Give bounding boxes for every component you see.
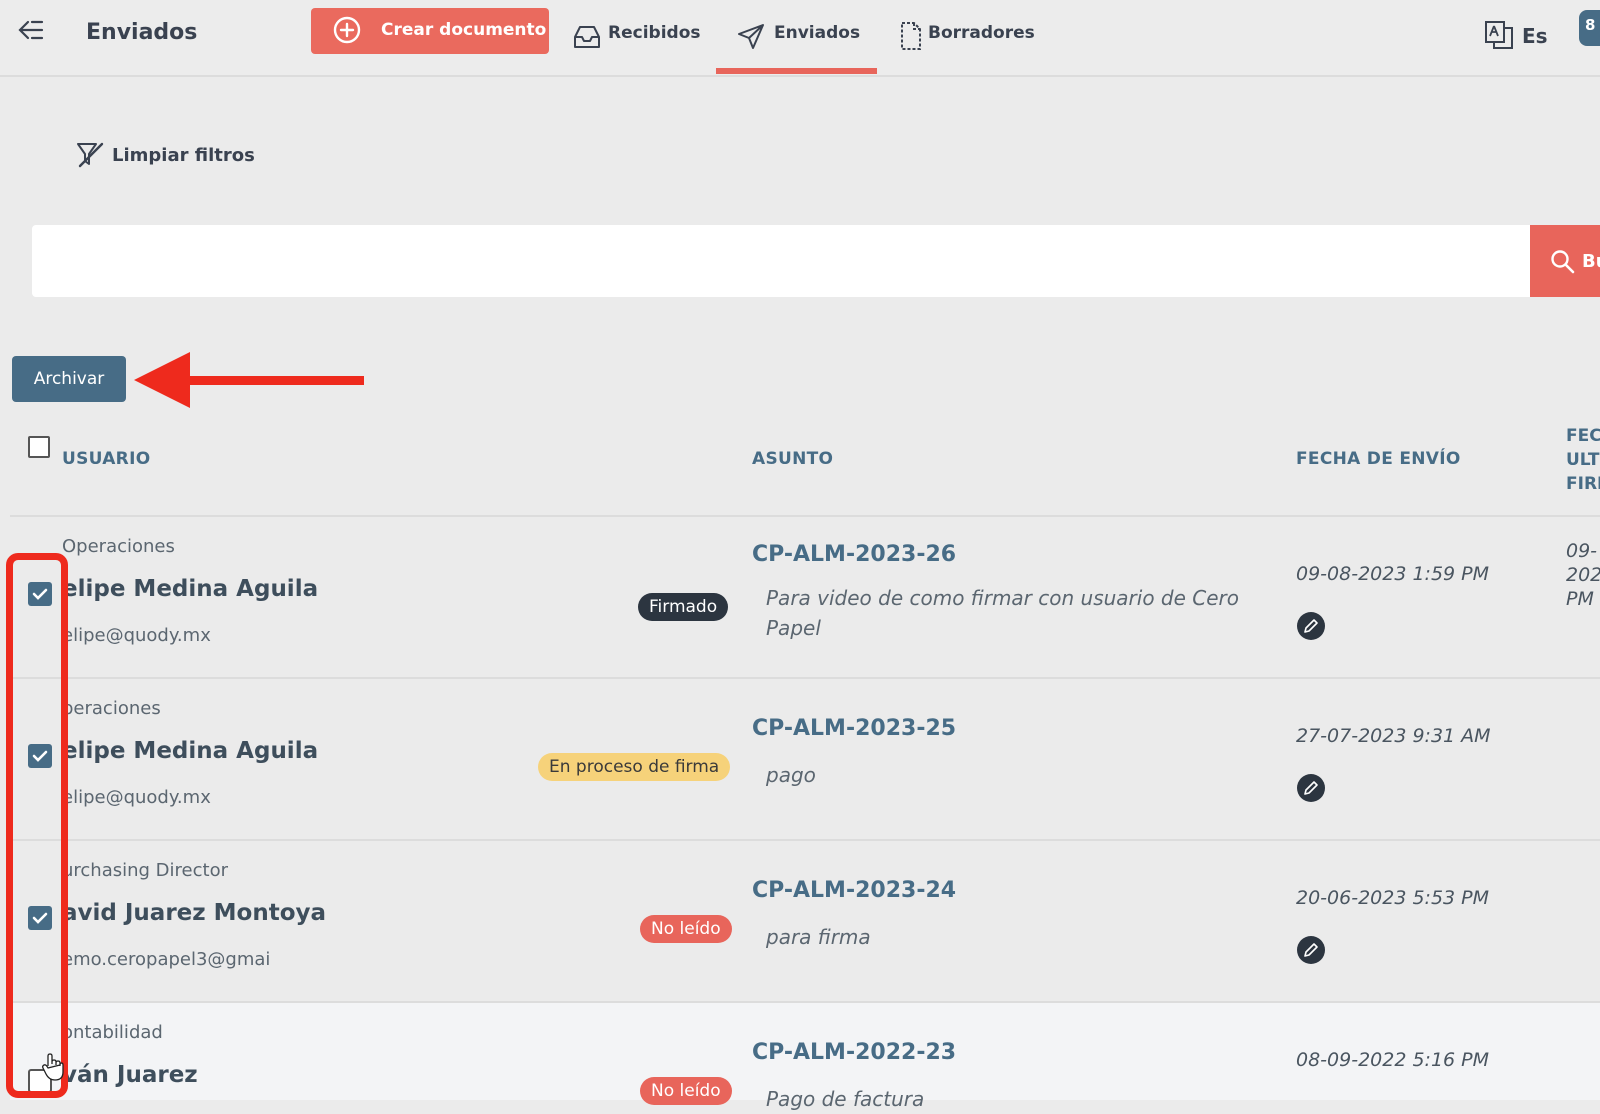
- column-header-fecha-ultima-firma[interactable]: FEC ULT FIRI: [1566, 424, 1600, 496]
- draft-icon: [901, 22, 921, 50]
- tab-enviados[interactable]: Enviados: [736, 0, 866, 75]
- edit-icon[interactable]: [1296, 611, 1326, 641]
- user-email: elipe@quody.mx: [62, 787, 211, 808]
- user-department: Operaciones: [62, 536, 175, 557]
- column-header-line: FEC: [1566, 426, 1600, 446]
- last-signature-date: 09- 202 PM: [1566, 539, 1600, 611]
- active-tab-indicator: [716, 68, 877, 74]
- user-department: ontabilidad: [62, 1022, 163, 1043]
- annotation-highlight-box: [6, 553, 68, 1098]
- last-signature-line: 202: [1566, 564, 1600, 586]
- document-subject: Pago de factura: [766, 1087, 925, 1111]
- user-name: elipe Medina Aguila: [62, 738, 319, 764]
- document-code[interactable]: CP-ALM-2023-24: [752, 878, 956, 903]
- tab-enviados-label: Enviados: [774, 23, 861, 43]
- annotation-arrow: [134, 352, 364, 408]
- back-arrow-icon[interactable]: [14, 14, 46, 46]
- column-header-fecha-envio[interactable]: FECHA DE ENVÍO: [1296, 449, 1461, 469]
- send-icon: [738, 24, 764, 49]
- sent-date: 27-07-2023 9:31 AM: [1296, 725, 1491, 747]
- search-icon: [1551, 250, 1575, 274]
- user-email: elipe@quody.mx: [62, 625, 211, 646]
- edit-icon[interactable]: [1296, 935, 1326, 965]
- sent-date: 09-08-2023 1:59 PM: [1296, 563, 1490, 585]
- sent-date: 20-06-2023 5:53 PM: [1296, 887, 1490, 909]
- document-subject: Para video de como firmar con usuario de…: [766, 586, 1240, 640]
- column-header-line: FIRI: [1566, 474, 1600, 494]
- user-name: avid Juarez Montoya: [62, 900, 327, 926]
- document-code[interactable]: CP-ALM-2022-23: [752, 1040, 956, 1065]
- tab-borradores-label: Borradores: [928, 23, 1035, 43]
- tab-recibidos[interactable]: Recibidos: [570, 0, 701, 75]
- hand-cursor-icon: [42, 1053, 64, 1081]
- document-subject: para firma: [766, 925, 871, 949]
- user-name: ván Juarez: [62, 1062, 198, 1088]
- archive-button[interactable]: Archivar: [12, 356, 126, 402]
- document-code[interactable]: CP-ALM-2023-26: [752, 542, 956, 567]
- table-row[interactable]: urchasing Director avid Juarez Montoya e…: [10, 839, 1600, 1003]
- search-button-label: Bu: [1582, 251, 1600, 272]
- last-signature-line: 09-: [1566, 540, 1598, 562]
- top-bar: Enviados Crear documento Recibidos Envia…: [0, 0, 1600, 77]
- status-badge: Firmado: [638, 593, 729, 621]
- column-header-asunto[interactable]: ASUNTO: [752, 449, 833, 469]
- select-all-checkbox[interactable]: [28, 436, 50, 458]
- edit-icon[interactable]: [1296, 773, 1326, 803]
- status-badge: No leído: [640, 915, 732, 943]
- page-title: Enviados: [86, 20, 198, 45]
- translate-icon: [1485, 21, 1513, 49]
- inbox-icon: [574, 26, 600, 48]
- sent-date: 08-09-2022 5:16 PM: [1296, 1049, 1490, 1071]
- plus-circle-icon: [333, 16, 361, 44]
- table-row[interactable]: ontabilidad ván Juarez No leído CP-ALM-2…: [10, 1001, 1600, 1111]
- user-name: elipe Medina Aguila: [62, 576, 319, 602]
- search-button[interactable]: Bu: [1530, 225, 1600, 297]
- user-department: peraciones: [62, 698, 161, 719]
- clear-filters-label: Limpiar filtros: [112, 145, 255, 166]
- filter-clear-icon: [77, 142, 104, 168]
- document-code[interactable]: CP-ALM-2023-25: [752, 716, 956, 741]
- column-header-usuario[interactable]: USUARIO: [62, 449, 150, 469]
- create-document-label: Crear documento: [381, 20, 547, 40]
- language-label: Es: [1522, 24, 1548, 48]
- table-row[interactable]: Operaciones elipe Medina Aguila elipe@qu…: [10, 515, 1600, 679]
- status-badge: En proceso de firma: [538, 753, 731, 781]
- tab-borradores[interactable]: Borradores: [896, 0, 1036, 75]
- last-signature-line: PM: [1566, 588, 1594, 610]
- status-badge: No leído: [640, 1077, 732, 1105]
- tab-recibidos-label: Recibidos: [608, 23, 701, 43]
- column-header-line: ULT: [1566, 450, 1600, 470]
- table-row[interactable]: peraciones elipe Medina Aguila elipe@quo…: [10, 677, 1600, 841]
- document-subject: pago: [766, 763, 816, 787]
- user-department: urchasing Director: [62, 860, 228, 881]
- create-document-button[interactable]: Crear documento: [311, 8, 549, 54]
- user-email: emo.ceropapel3@gmai: [62, 949, 271, 970]
- search-input[interactable]: [32, 225, 1530, 297]
- notification-badge[interactable]: 8: [1579, 10, 1600, 46]
